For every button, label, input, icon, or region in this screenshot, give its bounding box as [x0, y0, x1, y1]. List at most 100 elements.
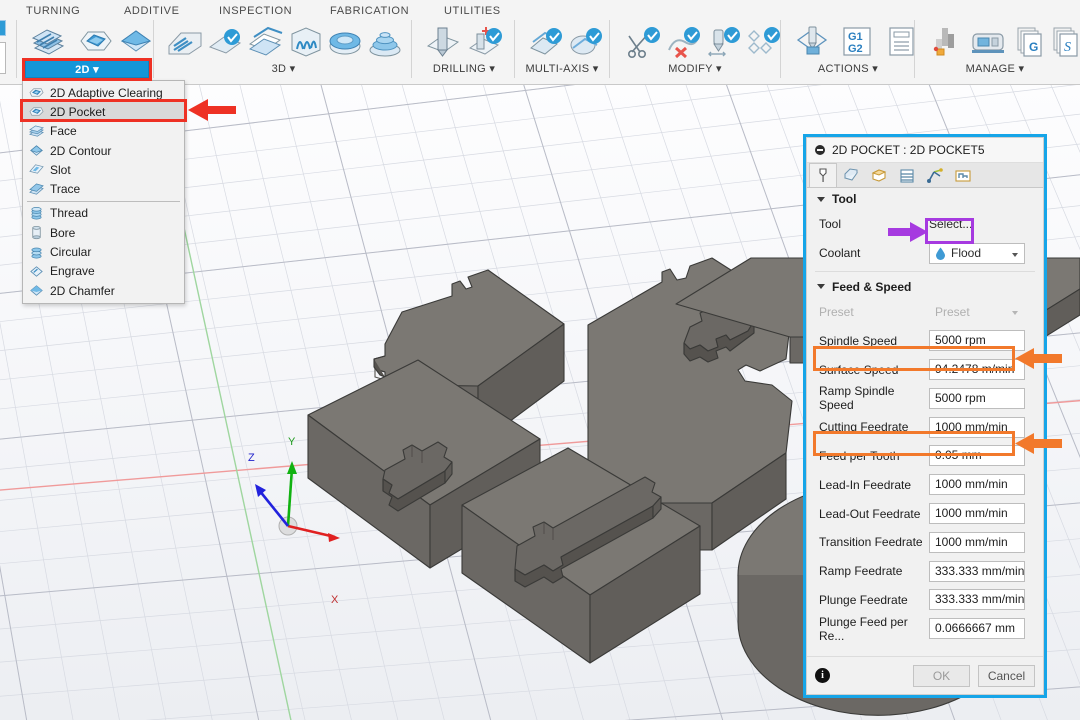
dialog-footer: i OK Cancel: [807, 656, 1043, 694]
preset-value: Preset: [935, 304, 970, 319]
menu-item-engrave[interactable]: Engrave: [23, 262, 184, 281]
tab-manual-nc[interactable]: [949, 163, 977, 187]
input-cutting-feedrate[interactable]: 1000 mm/min: [929, 416, 1025, 438]
drill-auto-icon[interactable]: [462, 22, 508, 60]
label-transition-feedrate: Transition Feedrate: [819, 535, 923, 550]
label-coolant: Coolant: [819, 246, 861, 261]
coolant-dropdown[interactable]: Flood: [929, 242, 1025, 264]
script-library-icon[interactable]: S: [1048, 22, 1080, 60]
input-lead-in-feedrate[interactable]: 1000 mm/min: [929, 474, 1025, 496]
menu-item-2d-chamfer[interactable]: 2D Chamfer: [23, 281, 184, 300]
twod-dropdown-button[interactable]: 2D ▾: [25, 60, 149, 78]
menu-item-slot[interactable]: Slot: [23, 160, 184, 179]
row-lead-in-feedrate: Lead-In Feedrate 1000 mm/min: [807, 470, 1043, 499]
tab-heights[interactable]: [865, 163, 893, 187]
post-library-icon[interactable]: G: [1005, 22, 1051, 60]
trace-icon: [29, 183, 44, 195]
tab-tool[interactable]: [809, 163, 837, 187]
row-preset: Preset Preset: [807, 298, 1043, 327]
spiral-3d-icon[interactable]: [362, 22, 408, 60]
section-title-tool: Tool: [832, 192, 857, 206]
row-cutting-feedrate: Cutting Feedrate 1000 mm/min: [807, 413, 1043, 442]
input-ramp-spindle-speed[interactable]: 5000 rpm: [929, 387, 1025, 409]
menu-label: Engrave: [50, 264, 95, 279]
input-lead-out-feedrate[interactable]: 1000 mm/min: [929, 503, 1025, 525]
svg-text:G1: G1: [848, 31, 863, 43]
input-plunge-feed-per-rev[interactable]: 0.0666667 mm: [929, 618, 1025, 640]
input-surface-speed[interactable]: 94.2478 m/min: [929, 359, 1025, 381]
svg-text:G: G: [1029, 40, 1038, 54]
operation-dialog[interactable]: 2D POCKET : 2D POCKET5 Tool Tool Select.…: [806, 137, 1044, 695]
menu-divider: [27, 200, 180, 202]
drill-icon[interactable]: [420, 22, 466, 60]
menu-label: Trace: [50, 182, 81, 197]
drilling-dropdown-button[interactable]: DRILLING ▾: [418, 60, 510, 78]
g1g2-post-icon[interactable]: G1 G2: [834, 22, 880, 60]
ribbon-group-turning: TURNING: [26, 5, 81, 17]
adaptive-clearing-2d-icon[interactable]: [25, 22, 71, 60]
actions-dropdown-button[interactable]: ACTIONS ▾: [786, 60, 910, 78]
label-surface-speed: Surface Speed: [819, 362, 899, 377]
chevron-down-icon: [1012, 311, 1018, 316]
preset-dropdown[interactable]: Preset: [929, 301, 1025, 322]
label-plunge-feedrate: Plunge Feedrate: [819, 592, 908, 607]
menu-item-trace[interactable]: Trace: [23, 179, 184, 198]
menu-item-face[interactable]: Face: [23, 122, 184, 141]
label-ramp-spindle-speed: Ramp Spindle Speed: [819, 384, 895, 413]
input-transition-feedrate[interactable]: 1000 mm/min: [929, 531, 1025, 553]
section-title-feed-speed: Feed & Speed: [832, 279, 912, 294]
pattern-icon[interactable]: [740, 22, 786, 60]
row-plunge-feedrate: Plunge Feedrate 333.333 mm/min: [807, 586, 1043, 615]
dialog-tab-strip[interactable]: [807, 163, 1043, 188]
modify-dropdown-button[interactable]: MODIFY ▾: [615, 60, 775, 78]
tab-linking[interactable]: [921, 163, 949, 187]
collapse-icon[interactable]: [815, 145, 825, 155]
info-icon[interactable]: i: [815, 668, 830, 683]
row-surface-speed: Surface Speed 94.2478 m/min: [807, 355, 1043, 384]
row-spindle-speed: Spindle Speed 5000 rpm: [807, 326, 1043, 355]
svg-text:G2: G2: [848, 43, 863, 55]
label-tool: Tool: [819, 217, 842, 232]
engrave-icon: [30, 266, 43, 277]
twod-label: 2D: [75, 64, 90, 76]
menu-item-circular[interactable]: Circular: [23, 242, 184, 261]
label-spindle-speed: Spindle Speed: [819, 333, 898, 348]
input-feed-per-tooth[interactable]: 0.05 mm: [929, 445, 1025, 467]
ok-button[interactable]: OK: [913, 664, 970, 687]
menu-item-2d-adaptive-clearing[interactable]: 2D Adaptive Clearing: [23, 83, 184, 102]
row-ramp-feedrate: Ramp Feedrate 333.333 mm/min: [807, 557, 1043, 586]
section-divider: [815, 270, 1035, 272]
input-spindle-speed[interactable]: 5000 rpm: [929, 330, 1025, 352]
threed-dropdown-button[interactable]: 3D ▾: [162, 60, 405, 78]
multiaxis-dropdown-button[interactable]: MULTI-AXIS ▾: [518, 60, 606, 78]
menu-item-2d-pocket[interactable]: 2D Pocket: [23, 102, 184, 122]
passes-icon: [900, 168, 914, 183]
face-icon: [29, 125, 44, 137]
setup-sheet-icon[interactable]: [878, 22, 924, 60]
tool-select-button[interactable]: Select...: [929, 214, 982, 234]
multiaxis-contour-icon[interactable]: [563, 22, 609, 60]
menu-label: Slot: [50, 162, 71, 177]
tab-geometry[interactable]: [837, 163, 865, 187]
menu-item-2d-contour[interactable]: 2D Contour: [23, 141, 184, 160]
section-header-tool[interactable]: Tool: [807, 188, 1043, 210]
menu-item-bore[interactable]: Bore: [23, 223, 184, 242]
row-tool: Tool Select...: [807, 210, 1043, 239]
input-plunge-feedrate[interactable]: 333.333 mm/min: [929, 589, 1025, 611]
partial-left-button[interactable]: [0, 20, 6, 36]
contour-2d-icon[interactable]: [113, 22, 159, 60]
tab-passes[interactable]: [893, 163, 921, 187]
cancel-button[interactable]: Cancel: [978, 664, 1035, 687]
row-feed-per-tooth: Feed per Tooth 0.05 mm: [807, 442, 1043, 471]
menu-label: Face: [50, 124, 77, 139]
actions-label: ACTIONS: [817, 63, 869, 75]
twod-operations-dropdown-menu[interactable]: 2D Adaptive Clearing 2D Pocket Face 2D C…: [22, 80, 185, 305]
input-ramp-feedrate[interactable]: 333.333 mm/min: [929, 560, 1025, 582]
row-ramp-spindle-speed: Ramp Spindle Speed 5000 rpm: [807, 384, 1043, 413]
menu-item-thread[interactable]: Thread: [23, 204, 184, 223]
circular-icon: [31, 247, 42, 259]
section-header-feed-speed[interactable]: Feed & Speed: [807, 276, 1043, 298]
dialog-body: Tool Tool Select... Coolant Flood Feed &…: [807, 188, 1043, 656]
simulate-icon[interactable]: [790, 22, 836, 60]
manage-dropdown-button[interactable]: MANAGE ▾: [920, 60, 1070, 78]
